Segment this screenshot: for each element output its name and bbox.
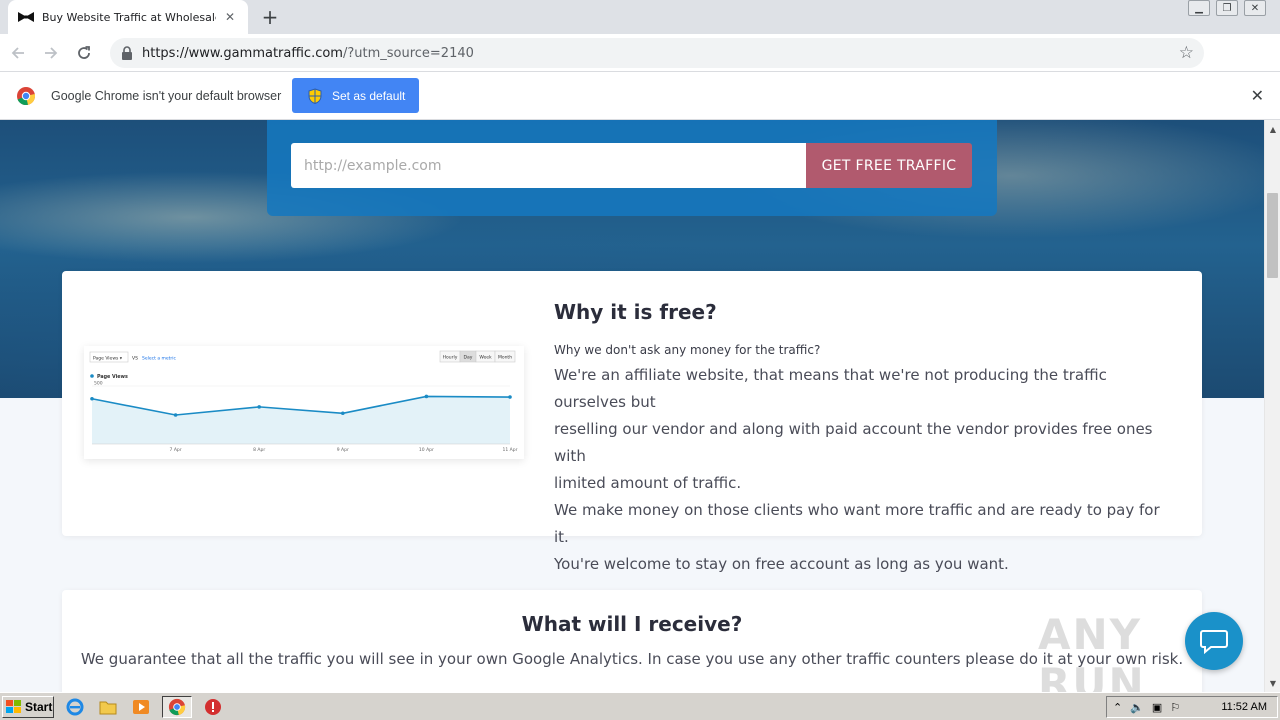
receive-heading: What will I receive?: [521, 612, 743, 636]
browser-tab[interactable]: Buy Website Traffic at Wholesale Ra ✕: [8, 0, 248, 34]
why-free-subheading: Why we don't ask any money for the traff…: [554, 343, 821, 357]
legend-label: Page Views: [97, 374, 128, 380]
url-path: /?utm_source=2140: [342, 45, 474, 61]
url-host: https://www.gammatraffic.com: [142, 45, 343, 61]
data-point: [90, 396, 94, 401]
tab-close-icon[interactable]: ✕: [222, 9, 238, 25]
why-line: We're an affiliate website, that means t…: [554, 366, 1107, 411]
vs-label: VS: [132, 356, 138, 362]
chat-button[interactable]: [1185, 612, 1243, 670]
why-line: reselling our vendor and along with paid…: [554, 420, 1153, 465]
data-point: [257, 405, 261, 409]
granularity-tab-label: Month: [498, 355, 512, 361]
scroll-thumb[interactable]: [1267, 193, 1278, 278]
x-tick-label: 10 Apr: [419, 447, 434, 453]
granularity-tab-label: Week: [479, 355, 492, 361]
why-free-card: Page Views ▾ VS Select a metric Hourly Day We…: [62, 271, 1202, 573]
ie-icon[interactable]: [63, 696, 87, 718]
back-arrow-icon: [11, 46, 24, 59]
why-free-heading: Why it is free?: [554, 300, 717, 324]
new-tab-button[interactable]: +: [258, 5, 282, 29]
legend-dot: [90, 374, 94, 378]
tab-title: Buy Website Traffic at Wholesale Ra: [42, 10, 216, 24]
close-window-button[interactable]: ✕: [1244, 0, 1266, 16]
reload-icon: [78, 45, 90, 59]
granularity-tab-label: Hourly: [443, 355, 458, 361]
set-as-default-button[interactable]: Set as default: [292, 78, 419, 113]
start-button[interactable]: Start: [2, 695, 54, 718]
reload-button[interactable]: [69, 38, 99, 68]
network-icon[interactable]: ▣: [1152, 701, 1162, 714]
why-line: limited amount of traffic.: [554, 474, 742, 492]
analytics-chart: Page Views ▾ VS Select a metric Hourly Day We…: [89, 350, 518, 453]
why-free-body: We're an affiliate website, that means t…: [554, 362, 1174, 578]
infobar-message: Google Chrome isn't your default browser: [51, 88, 282, 103]
explorer-folder-icon[interactable]: [96, 696, 120, 718]
infobar-close-icon[interactable]: ✕: [1251, 86, 1264, 105]
chrome-logo-icon: [17, 86, 36, 105]
get-free-traffic-button[interactable]: GET FREE TRAFFIC: [806, 143, 972, 188]
why-line: You're welcome to stay on free account a…: [554, 555, 1009, 573]
tab-strip: Buy Website Traffic at Wholesale Ra ✕ + …: [0, 0, 1280, 34]
address-bar[interactable]: https://www.gammatraffic.com/?utm_source…: [110, 38, 1204, 68]
data-point: [173, 413, 178, 417]
x-tick-label: 11 Apr: [503, 447, 518, 453]
windows-taskbar: Start ⌃ 🔈 ▣ ⚐ 11:52 AM: [0, 692, 1280, 720]
receive-body: We guarantee that all the traffic you wi…: [80, 650, 1184, 668]
page-viewport: GET FREE TRAFFIC Page Views ▾ VS Select a …: [0, 120, 1264, 692]
chrome-taskbar-icon[interactable]: [162, 695, 192, 718]
y-tick-label: 500: [94, 381, 103, 387]
data-point: [341, 411, 345, 416]
forward-button[interactable]: [36, 38, 66, 68]
media-player-icon[interactable]: [129, 696, 153, 718]
url-text: https://www.gammatraffic.com/?utm_source…: [142, 46, 474, 61]
uac-shield-icon: [308, 87, 322, 104]
website-url-input[interactable]: [291, 143, 807, 188]
analytics-thumbnail: Page Views ▾ VS Select a metric Hourly Day We…: [84, 346, 524, 459]
page-scrollbar[interactable]: ▲ ▼: [1264, 120, 1280, 692]
system-tray: ⌃ 🔈 ▣ ⚐ 11:52 AM: [1106, 696, 1278, 718]
clock: 11:52 AM: [1221, 701, 1267, 713]
window-controls: ▁ ❐ ✕: [1188, 0, 1266, 20]
bookmark-star-icon[interactable]: ☆: [1179, 43, 1194, 63]
metric-select-label: Page Views ▾: [93, 356, 123, 362]
data-point: [424, 394, 429, 399]
start-label: Start: [25, 699, 53, 714]
scroll-up-icon[interactable]: ▲: [1265, 122, 1280, 136]
bowtie-icon: [18, 12, 34, 22]
windows-flag-icon: [6, 699, 21, 713]
area-fill: [92, 396, 510, 444]
x-tick-label: 7 Apr: [170, 447, 182, 453]
volume-icon[interactable]: 🔈: [1130, 701, 1144, 714]
granularity-tab-label: Day: [464, 355, 473, 361]
why-line: We make money on those clients who want …: [554, 501, 1160, 546]
what-receive-card: What will I receive? We guarantee that a…: [62, 590, 1202, 692]
browser-toolbar: https://www.gammatraffic.com/?utm_source…: [0, 34, 1280, 99]
scroll-down-icon[interactable]: ▼: [1265, 676, 1280, 690]
traffic-form: GET FREE TRAFFIC: [267, 120, 997, 216]
default-browser-infobar: Google Chrome isn't your default browser…: [0, 72, 1280, 120]
set-as-default-label: Set as default: [332, 88, 406, 103]
chat-bubble-icon: [1200, 630, 1228, 654]
restore-button[interactable]: ❐: [1216, 0, 1238, 16]
x-tick-label: 9 Apr: [337, 447, 349, 453]
data-point: [508, 395, 512, 399]
tray-expand-icon[interactable]: ⌃: [1113, 701, 1122, 714]
lock-icon: [120, 46, 134, 60]
x-tick-label: 8 Apr: [253, 447, 265, 453]
select-metric-link: Select a metric: [142, 356, 177, 362]
back-button[interactable]: [3, 38, 33, 68]
flag-icon[interactable]: ⚐: [1170, 701, 1180, 714]
forward-arrow-icon: [45, 46, 58, 59]
minimize-button[interactable]: ▁: [1188, 0, 1210, 16]
stop-sign-icon[interactable]: [201, 696, 225, 718]
